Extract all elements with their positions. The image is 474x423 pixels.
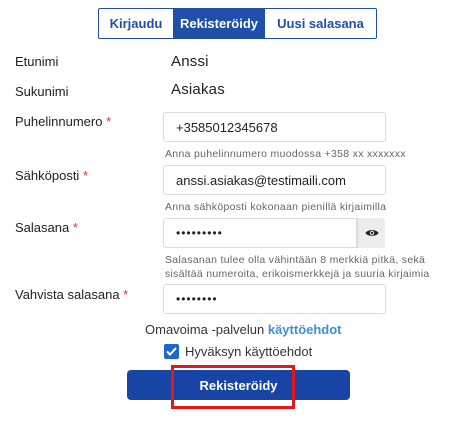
required-mark: * [106, 114, 112, 129]
terms-line: Omavoima -palvelun käyttöehdot [145, 322, 342, 337]
register-button[interactable]: Rekisteröidy [127, 370, 350, 400]
terms-text: Omavoima -palvelun [145, 322, 265, 337]
accept-terms-row: Hyväksyn käyttöehdot [164, 344, 312, 359]
show-password-button[interactable] [357, 218, 385, 248]
password-helper-line: sisältää numeroita, erikoismerkkejä ja s… [165, 268, 430, 280]
email-label: Sähköposti * [15, 168, 88, 183]
password-label: Salasana * [15, 220, 78, 235]
email-input[interactable]: anssi.asiakas@testimaili.com [163, 165, 386, 195]
required-mark: * [72, 220, 78, 235]
eye-icon [365, 230, 378, 236]
phone-helper: Anna puhelinnumero muodossa +358 xx xxxx… [165, 148, 406, 160]
tab-register[interactable]: Rekisteröidy [173, 9, 264, 38]
phone-label: Puhelinnumero * [15, 114, 111, 129]
last-name-value: Asiakas [171, 81, 225, 98]
tab-login[interactable]: Kirjaudu [99, 9, 173, 38]
password-helper-line: Salasanan tulee olla vähintään 8 merkkiä… [165, 254, 426, 266]
confirm-password-label: Vahvista salasana * [15, 287, 128, 302]
email-label-text: Sähköposti [15, 168, 80, 183]
password-input[interactable]: ••••••••• [163, 218, 357, 248]
phone-input[interactable]: +3585012345678 [163, 112, 386, 142]
required-mark: * [82, 168, 89, 183]
first-name-label: Etunimi [15, 54, 59, 69]
last-name-label: Sukunimi [15, 84, 69, 99]
phone-label-text: Puhelinnumero [15, 114, 103, 129]
password-label-text: Salasana [15, 220, 70, 235]
accept-terms-checkbox[interactable] [164, 344, 179, 359]
check-icon [166, 347, 177, 356]
accept-terms-label[interactable]: Hyväksyn käyttöehdot [185, 344, 312, 359]
confirm-password-label-text: Vahvista salasana [15, 287, 120, 302]
terms-link[interactable]: käyttöehdot [268, 322, 342, 337]
required-mark: * [123, 287, 129, 302]
first-name-value: Anssi [171, 53, 209, 70]
confirm-password-input[interactable]: •••••••• [163, 284, 386, 314]
password-helper: Salasanan tulee olla vähintään 8 merkkiä… [165, 253, 430, 281]
auth-tabs: Kirjaudu Rekisteröidy Uusi salasana [98, 8, 377, 39]
email-helper: Anna sähköposti kokonaan pienillä kirjai… [165, 201, 387, 213]
tab-new-password[interactable]: Uusi salasana [264, 9, 376, 38]
